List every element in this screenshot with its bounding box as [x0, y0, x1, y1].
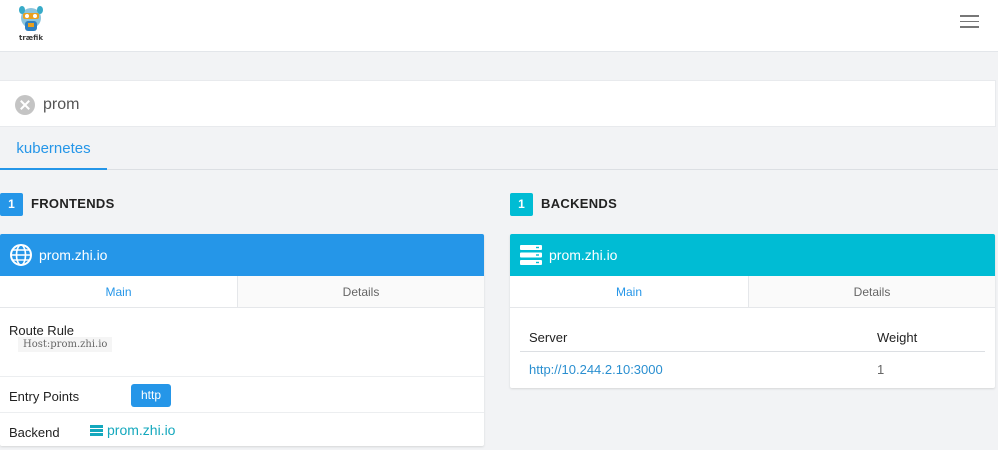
table-header-row: Server Weight	[520, 310, 985, 352]
hamburger-menu-icon[interactable]	[960, 15, 979, 31]
server-url-link[interactable]: http://10.244.2.10:3000	[529, 362, 663, 377]
frontend-card: prom.zhi.io Main Details Route Rule Host…	[0, 234, 484, 446]
route-rule-value: Host:prom.zhi.io	[18, 337, 113, 352]
frontend-name: prom.zhi.io	[39, 247, 108, 263]
route-rule-label: Route Rule	[9, 323, 75, 338]
server-icon	[520, 245, 542, 265]
top-navbar: træfik	[0, 0, 998, 52]
frontends-count-badge: 1	[0, 193, 23, 216]
tab-details[interactable]: Details	[749, 276, 995, 308]
entry-points-label: Entry Points	[9, 389, 80, 404]
backends-count-badge: 1	[510, 193, 533, 216]
servers-table: Server Weight http://10.244.2.10:3000 1	[520, 310, 985, 388]
server-weight: 1	[877, 362, 885, 377]
tab-main[interactable]: Main	[510, 276, 749, 308]
frontends-title: FRONTENDS	[31, 196, 115, 211]
column-header-weight: Weight	[877, 330, 918, 345]
entry-point-badge[interactable]: http	[131, 384, 172, 407]
backend-row: Backend prom.zhi.io	[0, 413, 484, 446]
backend-link-text: prom.zhi.io	[107, 422, 176, 438]
search-input[interactable]	[43, 93, 943, 117]
frontend-card-header: prom.zhi.io	[0, 234, 484, 276]
backends-title: BACKENDS	[541, 196, 618, 211]
backend-label: Backend	[9, 425, 60, 440]
logo-text: træfik	[19, 34, 43, 42]
server-stack-icon	[90, 425, 103, 436]
tab-details[interactable]: Details	[238, 276, 484, 308]
backends-header: 1 BACKENDS	[510, 193, 710, 216]
provider-tabs: kubernetes	[0, 128, 998, 170]
frontend-card-tabs: Main Details	[0, 276, 484, 308]
table-row: http://10.244.2.10:3000 1	[520, 352, 985, 386]
globe-icon	[10, 244, 32, 266]
clear-search-icon[interactable]	[15, 95, 35, 115]
column-header-server: Server	[529, 330, 568, 345]
backend-card-header: prom.zhi.io	[510, 234, 995, 276]
tab-main[interactable]: Main	[0, 276, 238, 308]
tab-kubernetes[interactable]: kubernetes	[0, 128, 107, 170]
route-rule-row: Route Rule Host:prom.zhi.io	[0, 310, 484, 377]
entry-points-row: Entry Points http	[0, 377, 484, 413]
backend-card: prom.zhi.io Main Details Server Weight h…	[510, 234, 995, 388]
backend-card-tabs: Main Details	[510, 276, 995, 308]
search-bar	[0, 80, 996, 127]
frontends-header: 1 FRONTENDS	[0, 193, 200, 216]
backend-link[interactable]: prom.zhi.io	[90, 422, 175, 438]
backend-name: prom.zhi.io	[549, 247, 618, 263]
